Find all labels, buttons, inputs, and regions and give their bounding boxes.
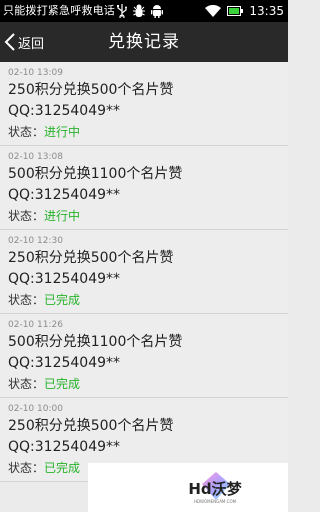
list-item[interactable]: 02-10 11:26 500积分兑换1100个名片赞 QQ:31254049*… xyxy=(0,314,288,398)
usb-icon xyxy=(117,4,127,18)
record-list: 02-10 13:09 250积分兑换500个名片赞 QQ:31254049**… xyxy=(0,62,288,482)
record-time: 02-10 13:09 xyxy=(8,68,63,78)
status-value: 进行中 xyxy=(44,125,81,139)
record-time: 02-10 11:26 xyxy=(8,320,63,330)
title-bar: 返回 兑换记录 xyxy=(0,22,288,62)
watermark: Hd沃梦 HDWOMENGAM.COM xyxy=(88,463,288,512)
system-indicators: 13:35 xyxy=(205,0,284,22)
record-desc: 500积分兑换1100个名片赞 xyxy=(8,166,183,182)
page-title: 兑换记录 xyxy=(108,32,180,52)
status-label: 状态： xyxy=(8,125,45,139)
record-desc: 500积分兑换1100个名片赞 xyxy=(8,334,183,350)
svg-text:Hd沃梦: Hd沃梦 xyxy=(188,480,242,498)
record-desc: 250积分兑换500个名片赞 xyxy=(8,418,174,434)
record-qq: QQ:31254049** xyxy=(8,103,121,119)
record-status: 状态：已完成 xyxy=(8,374,288,394)
battery-icon xyxy=(227,6,244,16)
list-item[interactable]: 02-10 13:09 250积分兑换500个名片赞 QQ:31254049**… xyxy=(0,62,288,146)
status-value: 进行中 xyxy=(44,209,81,223)
record-qq: QQ:31254049** xyxy=(8,355,121,371)
status-label: 状态： xyxy=(8,293,45,307)
record-desc: 250积分兑换500个名片赞 xyxy=(8,250,174,266)
record-time: 02-10 13:08 xyxy=(8,152,63,162)
status-label: 状态： xyxy=(8,461,45,475)
status-value: 已完成 xyxy=(44,377,81,391)
notification-icons xyxy=(117,4,163,18)
status-value: 已完成 xyxy=(44,293,81,307)
list-item[interactable]: 02-10 13:08 500积分兑换1100个名片赞 QQ:31254049*… xyxy=(0,146,288,230)
watermark-logo: Hd沃梦 HDWOMENGAM.COM xyxy=(188,472,243,504)
status-bar: 只能拨打紧急呼救电话 13:35 xyxy=(0,0,288,22)
record-time: 02-10 10:00 xyxy=(8,404,63,414)
status-label: 状态： xyxy=(8,209,45,223)
record-time: 02-10 12:30 xyxy=(8,236,63,246)
record-status: 状态：已完成 xyxy=(8,290,288,310)
debug-icon xyxy=(133,4,145,17)
wifi-icon xyxy=(205,5,222,17)
record-qq: QQ:31254049** xyxy=(8,187,121,203)
record-status: 状态：进行中 xyxy=(8,206,288,226)
record-qq: QQ:31254049** xyxy=(8,271,121,287)
android-icon xyxy=(151,5,163,18)
record-desc: 250积分兑换500个名片赞 xyxy=(8,82,174,98)
status-label: 状态： xyxy=(8,377,45,391)
record-qq: QQ:31254049** xyxy=(8,439,121,455)
clock: 13:35 xyxy=(249,4,284,18)
status-value: 已完成 xyxy=(44,461,81,475)
svg-text:HDWOMENGAM.COM: HDWOMENGAM.COM xyxy=(194,499,237,504)
carrier-text: 只能拨打紧急呼救电话 xyxy=(3,4,115,17)
list-item[interactable]: 02-10 12:30 250积分兑换500个名片赞 QQ:31254049**… xyxy=(0,230,288,314)
record-status: 状态：进行中 xyxy=(8,122,288,142)
